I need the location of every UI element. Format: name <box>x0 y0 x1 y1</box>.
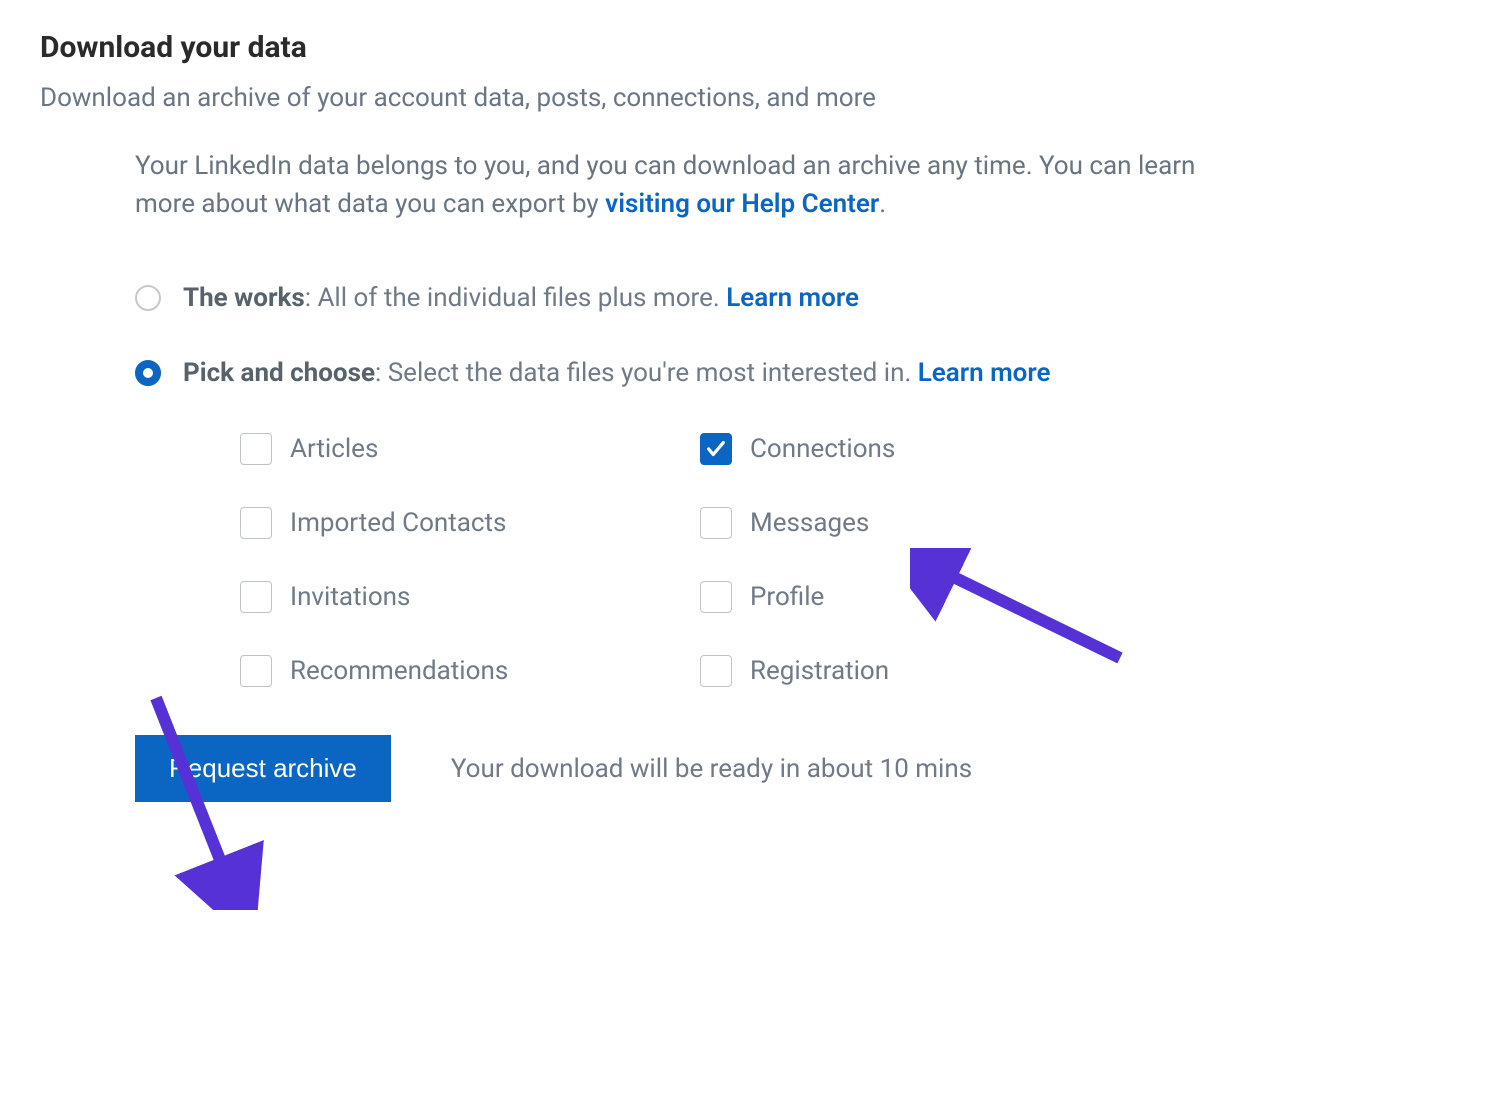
checkbox-label: Messages <box>750 508 869 538</box>
checkbox-label: Profile <box>750 582 824 612</box>
checkbox-row-profile[interactable]: Profile <box>700 581 1160 613</box>
checkbox-row-registration[interactable]: Registration <box>700 655 1160 687</box>
checkbox-profile[interactable] <box>700 581 732 613</box>
checkbox-row-imported-contacts[interactable]: Imported Contacts <box>240 507 700 539</box>
radio-option-pick-choose[interactable]: Pick and choose: Select the data files y… <box>135 358 1460 388</box>
checkbox-label: Imported Contacts <box>290 508 506 538</box>
request-archive-button[interactable]: Request archive <box>135 735 391 802</box>
footer-wait-text: Your download will be ready in about 10 … <box>451 754 972 784</box>
intro-text: Your LinkedIn data belongs to you, and y… <box>135 148 1235 223</box>
checkbox-invitations[interactable] <box>240 581 272 613</box>
checkbox-row-connections[interactable]: Connections <box>700 433 1160 465</box>
radio-pick-choose-input[interactable] <box>135 360 161 386</box>
checkbox-row-articles[interactable]: Articles <box>240 433 700 465</box>
help-center-link[interactable]: visiting our Help Center <box>605 189 879 219</box>
checkbox-label: Invitations <box>290 582 410 612</box>
radio-pick-choose-bold: Pick and choose <box>183 358 375 388</box>
intro-text-part2: . <box>879 189 886 219</box>
checkbox-label: Articles <box>290 434 378 464</box>
checkbox-connections[interactable] <box>700 433 732 465</box>
checkbox-row-invitations[interactable]: Invitations <box>240 581 700 613</box>
page-subtitle: Download an archive of your account data… <box>40 83 1460 113</box>
checkbox-articles[interactable] <box>240 433 272 465</box>
checkbox-label: Recommendations <box>290 656 508 686</box>
checkbox-row-messages[interactable]: Messages <box>700 507 1160 539</box>
radio-the-works-rest: : All of the individual files plus more. <box>305 283 726 313</box>
checkbox-registration[interactable] <box>700 655 732 687</box>
radio-pick-choose-rest: : Select the data files you're most inte… <box>375 358 918 388</box>
checkbox-label: Connections <box>750 434 895 464</box>
checkbox-imported-contacts[interactable] <box>240 507 272 539</box>
checkbox-messages[interactable] <box>700 507 732 539</box>
learn-more-link-pick[interactable]: Learn more <box>918 358 1051 388</box>
learn-more-link-works[interactable]: Learn more <box>726 283 859 313</box>
checkbox-recommendations[interactable] <box>240 655 272 687</box>
checkbox-label: Registration <box>750 656 889 686</box>
radio-the-works-input[interactable] <box>135 285 161 311</box>
radio-option-the-works[interactable]: The works: All of the individual files p… <box>135 283 1460 313</box>
checkbox-row-recommendations[interactable]: Recommendations <box>240 655 700 687</box>
radio-the-works-bold: The works <box>183 283 305 313</box>
page-title: Download your data <box>40 30 1460 65</box>
